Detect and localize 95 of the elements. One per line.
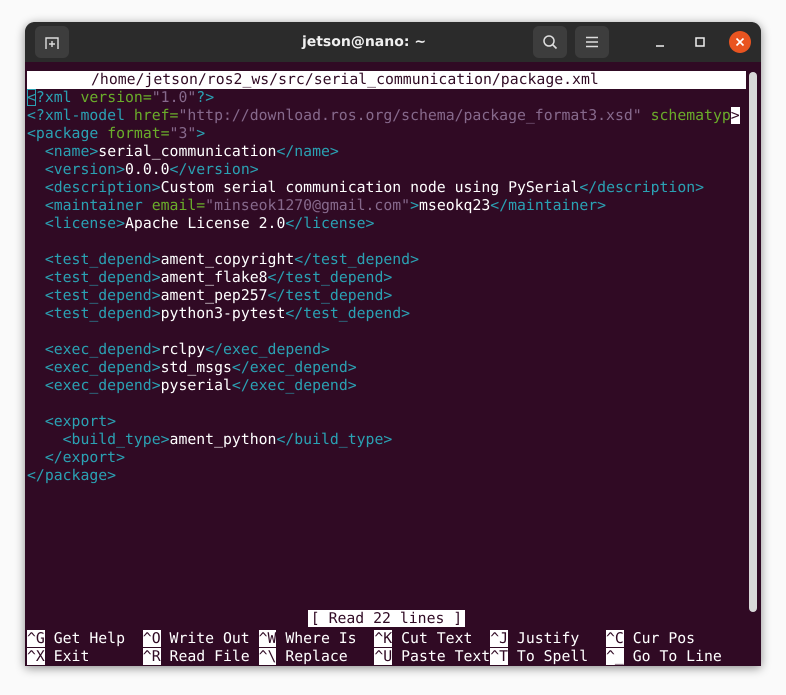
code-tag: ?> [196,89,214,106]
code-text: Custom serial communication node using PySerial [160,179,580,196]
code-text: python3-pytest [160,305,286,322]
code-tag: </name> [276,143,339,160]
code-tag: </test_depend> [268,269,392,286]
code-tag: <exec_depend> [27,377,161,394]
code-tag: </license> [285,215,374,232]
code-tag: <package [27,125,108,142]
code-text: ament_pep257 [160,287,268,304]
code-text: 0.0.0 [125,161,170,178]
shortcut-key: ^_ [606,648,624,665]
code-tag: </exec_depend> [232,359,357,376]
code-tag: </test_depend> [285,305,410,322]
shortcut-key: ^U [374,648,392,665]
code-tag: ?xml [36,89,80,106]
shortcut-key: ^O [142,630,161,647]
shortcut-key: ^K [374,630,392,647]
close-icon [735,37,745,47]
code-tag: </maintainer> [490,197,606,214]
search-button[interactable] [533,26,567,58]
code-tag: <build_type> [27,431,170,448]
code-tag: </test_depend> [268,287,392,304]
maximize-icon [695,37,705,47]
code-tag: <license> [27,215,125,232]
code-tag: <test_depend> [27,269,161,286]
shortcut-label: Read File [170,648,250,665]
shortcut-label: Exit [54,648,90,665]
shortcut-key: ^W [258,630,276,647]
shortcut-label: Paste Text [401,648,490,665]
shortcut-key: ^X [27,648,45,665]
shortcut-key: ^R [142,648,161,665]
menu-icon [585,36,599,48]
code-attribute: format= [107,125,170,142]
code-attribute: version= [80,89,152,106]
shortcut-key: ^G [27,630,45,647]
close-button[interactable] [729,31,751,53]
shortcut-label: Get Help [54,630,126,647]
code-string: "http://download.ros.org/schema/package_format3.xsd" [178,107,643,124]
code-tag: <test_depend> [27,251,161,268]
shortcut-label: Cut Text [401,630,472,647]
shortcut-label: Cur Pos [632,630,696,647]
code-string: "1.0" [152,89,196,106]
file-path: /home/jetson/ros2_ws/src/serial_communication/package.xml [91,71,599,88]
menu-button[interactable] [575,26,609,58]
code-tag: </description> [579,179,704,196]
code-tag: <maintainer [27,197,152,214]
code-text: std_msgs [160,359,232,376]
status-message: [ Read 22 lines ] [308,610,466,627]
code-attribute: href= [134,107,178,124]
code-text: ament_copyright [160,251,294,268]
code-text: serial_communication [98,143,276,160]
code-tag: <exec_depend> [27,341,161,358]
search-icon [542,34,558,50]
code-string: "3" [170,125,196,142]
shortcut-label: Write Out [170,630,250,647]
code-text: mseokq23 [419,197,490,214]
shortcut-label: Justify [516,630,580,647]
shortcut-key: ^T [490,648,508,665]
code-tag: <export> [27,413,116,430]
code-tag: <?xml-model [27,107,134,124]
code-string: "minseok1270@gmail.com" [205,197,410,214]
shortcut-key: ^J [490,630,508,647]
code-tag: > [410,197,419,214]
shortcut-label: Replace [285,648,348,665]
code-tag: <test_depend> [27,305,161,322]
code-tag: <exec_depend> [27,359,161,376]
code-text: rclpy [160,341,206,358]
code-tag: <version> [27,161,125,178]
shortcut-key: ^C [606,630,624,647]
code-attribute: schematyp [650,107,731,124]
code-tag: </version> [170,161,259,178]
overflow-marker: > [730,107,740,124]
code-text: ament_python [170,431,276,448]
shortcut-label: Go To Line [632,648,722,665]
code-tag: </build_type> [276,431,392,448]
code-tag: <name> [27,143,98,160]
shortcut-label: To Spell [516,648,588,665]
code-tag: </package> [27,467,116,484]
window-title: jetson@nano: ~ [300,34,428,50]
code-text: ament_flake8 [160,269,268,286]
minimize-icon [655,45,665,47]
code-tag: > [196,125,206,142]
code-tag: <description> [27,179,161,196]
code-text: pyserial [160,377,232,394]
new-tab-button[interactable] [35,26,69,58]
code-tag: </exec_depend> [205,341,330,358]
shortcut-label: Where Is [285,630,357,647]
code-text: Apache License 2.0 [125,215,286,232]
code-tag: <test_depend> [27,287,161,304]
scrollbar[interactable] [749,72,757,612]
code-tag: </test_depend> [294,251,419,268]
code-tag: </exec_depend> [232,377,357,394]
code-attribute: email= [152,197,206,214]
code-tag: </export> [27,449,125,466]
shortcut-key: ^\ [258,648,276,665]
